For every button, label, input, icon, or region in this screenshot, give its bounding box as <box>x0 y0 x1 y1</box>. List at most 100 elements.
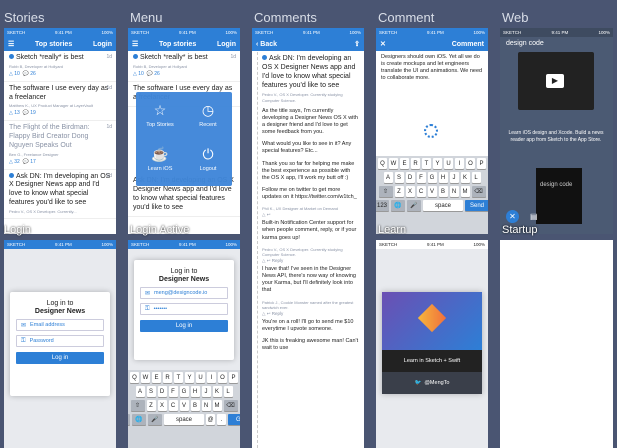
key-dot[interactable]: . <box>217 414 226 425</box>
password-field[interactable]: ⚿ Password <box>16 335 104 347</box>
key-f[interactable]: F <box>416 172 426 183</box>
comment-icon[interactable]: 💬 <box>23 159 29 165</box>
key-r[interactable]: R <box>411 158 420 169</box>
key-u[interactable]: U <box>196 372 205 383</box>
key-w[interactable]: W <box>141 372 150 383</box>
key-n[interactable]: N <box>449 186 459 197</box>
shift-icon[interactable]: ⇧ <box>130 400 145 411</box>
key-z[interactable]: Z <box>146 400 156 411</box>
password-field[interactable]: ⚿ ••••••• <box>140 303 228 315</box>
key-h[interactable]: H <box>438 172 448 183</box>
video-preview[interactable]: ▶ <box>518 52 594 110</box>
key-u[interactable]: U <box>444 158 453 169</box>
mic-icon[interactable]: 🎤 <box>407 200 421 211</box>
reply-icon[interactable]: ↩ <box>267 311 271 316</box>
key-123[interactable]: 123 <box>128 414 130 425</box>
comment-icon[interactable]: 💬 <box>147 71 153 77</box>
key-r[interactable]: R <box>163 372 172 383</box>
comment-icon[interactable]: 💬 <box>23 71 29 77</box>
shift-icon[interactable]: ⇧ <box>378 186 393 197</box>
globe-icon[interactable]: 🌐 <box>132 414 146 425</box>
upvote-icon[interactable]: △ <box>262 212 265 217</box>
close-icon[interactable]: ✕ <box>380 40 386 48</box>
bookmark-icon[interactable]: ▤ <box>530 212 538 221</box>
comment-send-button[interactable]: Comment <box>452 41 484 48</box>
key-w[interactable]: W <box>389 158 398 169</box>
reply-icon[interactable]: ↩ <box>267 212 271 217</box>
key-y[interactable]: Y <box>433 158 442 169</box>
story-row[interactable]: The software I use every day as a freela… <box>4 82 116 122</box>
key-p[interactable]: P <box>229 372 238 383</box>
menu-item-logout[interactable]: ⏻ Logout <box>184 146 232 172</box>
upvote-icon[interactable]: △ <box>133 71 137 77</box>
backspace-icon[interactable]: ⌫ <box>471 186 486 197</box>
key-c[interactable]: C <box>168 400 178 411</box>
key-y[interactable]: Y <box>185 372 194 383</box>
key-e[interactable]: E <box>152 372 161 383</box>
key-m[interactable]: M <box>460 186 470 197</box>
key-v[interactable]: V <box>179 400 189 411</box>
key-o[interactable]: O <box>466 158 475 169</box>
login-button[interactable]: Login <box>93 41 112 48</box>
back-button[interactable]: ‹ Back <box>256 41 277 48</box>
story-row[interactable]: The Flight of the Birdman: Flappy Bird C… <box>4 121 116 170</box>
key-h[interactable]: H <box>190 386 200 397</box>
key-n[interactable]: N <box>201 400 211 411</box>
key-m[interactable]: M <box>212 400 222 411</box>
upvote-icon[interactable]: △ <box>9 71 13 77</box>
key-a[interactable]: A <box>135 386 145 397</box>
key-s[interactable]: S <box>146 386 156 397</box>
upvote-icon[interactable]: △ <box>262 258 265 263</box>
key-f[interactable]: F <box>168 386 178 397</box>
login-submit-button[interactable]: Log in <box>140 320 228 332</box>
close-icon[interactable]: ✕ <box>506 210 519 223</box>
key-at[interactable]: @ <box>206 414 215 425</box>
play-icon[interactable]: ▶ <box>546 74 564 88</box>
key-i[interactable]: I <box>207 372 216 383</box>
key-a[interactable]: A <box>383 172 393 183</box>
globe-icon[interactable]: 🌐 <box>391 200 405 211</box>
key-z[interactable]: Z <box>394 186 404 197</box>
key-c[interactable]: C <box>416 186 426 197</box>
key-l[interactable]: L <box>223 386 233 397</box>
key-p[interactable]: P <box>477 158 486 169</box>
key-x[interactable]: X <box>405 186 415 197</box>
key-x[interactable]: X <box>157 400 167 411</box>
key-v[interactable]: V <box>427 186 437 197</box>
comment-textarea[interactable]: Designers should own iOS. Yet all we do … <box>376 51 488 85</box>
key-space[interactable]: space <box>423 200 463 211</box>
key-t[interactable]: T <box>422 158 431 169</box>
key-s[interactable]: S <box>394 172 404 183</box>
reply-icon[interactable]: ↩ <box>267 258 271 263</box>
menu-item-top-stories[interactable]: ☆ Top Stories <box>136 102 184 128</box>
mic-icon[interactable]: 🎤 <box>148 414 162 425</box>
key-d[interactable]: D <box>405 172 415 183</box>
key-send[interactable]: Send <box>465 200 488 211</box>
comment-icon[interactable]: 💬 <box>23 110 29 116</box>
key-i[interactable]: I <box>455 158 464 169</box>
login-button[interactable]: Login <box>217 41 236 48</box>
menu-item-learn-ios[interactable]: ☕ Learn iOS <box>136 146 184 172</box>
backspace-icon[interactable]: ⌫ <box>223 400 238 411</box>
key-o[interactable]: O <box>218 372 227 383</box>
story-row[interactable]: Sketch *really* is best Robb B, Develope… <box>4 51 116 82</box>
key-d[interactable]: D <box>157 386 167 397</box>
login-submit-button[interactable]: Log in <box>16 352 104 364</box>
key-j[interactable]: J <box>449 172 459 183</box>
key-k[interactable]: K <box>212 386 222 397</box>
key-g[interactable]: G <box>427 172 437 183</box>
key-space[interactable]: space <box>164 414 204 425</box>
key-123[interactable]: 123 <box>376 200 389 211</box>
menu-item-recent[interactable]: ◷ Recent <box>184 102 232 128</box>
key-q[interactable]: Q <box>130 372 139 383</box>
key-t[interactable]: T <box>174 372 183 383</box>
upvote-icon[interactable]: △ <box>262 311 265 316</box>
key-q[interactable]: Q <box>378 158 387 169</box>
key-go[interactable]: Go <box>228 414 240 425</box>
twitter-button[interactable]: 🐦 @MengTo <box>382 372 482 394</box>
email-field[interactable]: ✉ Email address <box>16 319 104 331</box>
key-b[interactable]: B <box>190 400 200 411</box>
key-k[interactable]: K <box>460 172 470 183</box>
upvote-icon[interactable]: △ <box>9 110 13 116</box>
key-j[interactable]: J <box>201 386 211 397</box>
